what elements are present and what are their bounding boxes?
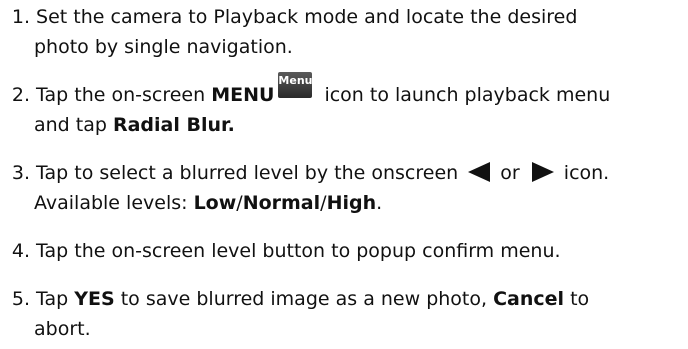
step-text: Tap the on-screen	[36, 84, 212, 106]
right-arrow-icon	[531, 161, 554, 182]
step-number: 1.	[11, 6, 30, 28]
step-text: or	[494, 162, 526, 184]
step-text: icon to launch playback menu	[318, 84, 611, 106]
level-normal: Normal	[242, 192, 321, 214]
radial-blur-keyword: Radial Blur.	[112, 114, 235, 136]
step-text-continued: and tap	[34, 114, 113, 136]
step-text: Tap the on-screen level button to popup …	[36, 240, 561, 262]
step-text: Tap to select a blurred level by the ons…	[36, 162, 465, 184]
step-number: 5.	[11, 288, 30, 310]
step-text: Set the camera to Playback mode and loca…	[36, 6, 578, 28]
step-text: Tap	[36, 288, 75, 310]
step-text: to save blurred image as a new photo,	[114, 288, 494, 310]
available-levels-label: Available levels:	[34, 192, 194, 214]
step-3: 3. Tap to select a blurred level by the …	[0, 158, 680, 218]
step-1: 1. Set the camera to Playback mode and l…	[0, 2, 680, 62]
cancel-keyword: Cancel	[493, 288, 565, 310]
left-arrow-icon	[468, 161, 491, 182]
menu-keyword: MENU	[211, 84, 275, 106]
step-2: 2. Tap the on-screen MENUMenu icon to la…	[0, 72, 680, 140]
instruction-list: 1. Set the camera to Playback mode and l…	[0, 0, 688, 349]
menu-icon: Menu	[278, 72, 313, 98]
step-number: 2.	[11, 84, 30, 106]
step-number: 3.	[11, 162, 30, 184]
step-text-continued: photo by single navigation.	[34, 36, 293, 58]
step-text-continued: abort.	[34, 318, 91, 340]
level-high: High	[326, 192, 377, 214]
step-text: icon.	[557, 162, 610, 184]
step-number: 4.	[11, 240, 30, 262]
period: .	[376, 192, 383, 214]
yes-keyword: YES	[74, 288, 115, 310]
level-low: Low	[193, 192, 237, 214]
step-4: 4. Tap the on-screen level button to pop…	[0, 236, 680, 266]
step-text: to	[564, 288, 590, 310]
step-5: 5. Tap YES to save blurred image as a ne…	[0, 284, 680, 344]
